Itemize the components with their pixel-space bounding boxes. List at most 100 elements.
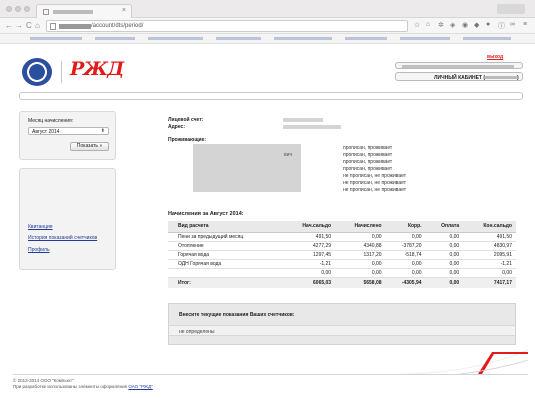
table-cell: 0,00: [335, 268, 386, 278]
extension-icon[interactable]: ∞: [510, 21, 515, 28]
browser-titlebar: ×: [0, 0, 535, 18]
table-cell: 5658,08: [335, 277, 386, 288]
reload-icon[interactable]: C: [26, 21, 32, 30]
extension-icon[interactable]: ◉: [462, 21, 468, 29]
meter-readings-title: Внесите текущие показания Ваших счетчико…: [179, 312, 295, 318]
star-icon[interactable]: ☆: [414, 21, 420, 29]
info-icon[interactable]: ⓘ: [498, 21, 505, 31]
bookmark-item[interactable]: [95, 37, 135, 40]
table-cell: 0,00: [425, 241, 464, 251]
minimize-window-icon[interactable]: [15, 6, 21, 12]
table-row: Горячая вода 1297,45 1317,20 -518,74 0,0…: [168, 250, 516, 260]
total-row: Итог: 6065,03 5658,08 -4305,94 0,00 7417…: [168, 277, 516, 288]
address-label: Адрес:: [168, 124, 185, 130]
close-window-icon[interactable]: [6, 6, 12, 12]
column-header: Корр.: [385, 221, 426, 233]
table-cell: 0,00: [425, 232, 464, 242]
table-cell: -518,74: [385, 250, 426, 260]
chevron-right-icon: »: [99, 143, 103, 149]
month-value: Август 2014: [32, 129, 60, 135]
table-cell: Горячая вода: [168, 250, 283, 260]
url-host: [59, 24, 91, 29]
extension-icon[interactable]: ●: [486, 21, 490, 28]
resident-status: прописан, проживает: [343, 152, 393, 158]
browser-tab[interactable]: ×: [36, 4, 132, 18]
resident-status: не прописан, не проживает: [343, 173, 407, 179]
rzd-logo[interactable]: РЖД: [70, 58, 124, 80]
show-button-label: Показать: [76, 143, 99, 149]
table-cell: -1,21: [282, 259, 336, 269]
account-label: Лицевой счет:: [168, 117, 204, 123]
cabinet-title: ЛИЧНЫЙ КАБИНЕТ (): [434, 75, 519, 81]
column-header: Оплата: [425, 221, 464, 233]
month-select[interactable]: Август 2014 ⬍: [28, 127, 109, 135]
charges-title: Начисления за Август 2014:: [168, 211, 244, 217]
menu-icon[interactable]: ≡: [523, 21, 527, 28]
sidebar-item-profile[interactable]: Профиль: [28, 247, 50, 253]
page-icon: [50, 23, 56, 30]
column-header: Нач.сальдо: [282, 221, 336, 233]
redacted-user: [402, 65, 514, 68]
browser-profile-button[interactable]: [497, 4, 525, 14]
table-cell: 1297,45: [282, 250, 336, 260]
browser-toolbar: ← → C ⌂ /account/dts/period/ ☆ ⌂ ✲ ◈ ◉ ◆…: [0, 18, 535, 34]
extension-icon[interactable]: ◈: [450, 21, 455, 29]
bookmark-item[interactable]: [148, 37, 203, 40]
table-cell: 0,00: [335, 232, 386, 242]
table-cell: 491,50: [282, 232, 336, 242]
redacted-account: [283, 118, 323, 122]
tab-close-icon[interactable]: ×: [122, 7, 126, 14]
extension-icon[interactable]: ◆: [474, 21, 479, 29]
extension-icon[interactable]: ⌂: [426, 21, 430, 28]
page: РЖД выход ЛИЧНЫЙ КАБИНЕТ () Месяц начисл…: [0, 45, 535, 398]
forward-icon[interactable]: →: [15, 21, 23, 30]
tab-title: [53, 10, 93, 14]
bookmark-item[interactable]: [463, 37, 511, 40]
bookmark-item[interactable]: [30, 37, 82, 40]
sidebar-item-receipt[interactable]: Квитанция: [28, 224, 53, 230]
bookmark-item[interactable]: [345, 37, 387, 40]
table-row: ОДН Горячая вода -1,21 0,00 0,00 0,00 -1…: [168, 259, 516, 269]
resident-status: прописан, проживает: [343, 166, 393, 172]
page-icon: [43, 9, 49, 15]
table-cell: 4830,97: [463, 241, 516, 251]
logout-link[interactable]: выход: [487, 54, 503, 60]
zoom-window-icon[interactable]: [24, 6, 30, 12]
resident-status: прописан, проживает: [343, 159, 393, 165]
show-button[interactable]: Показать »: [70, 142, 109, 151]
bookmark-item[interactable]: [400, 37, 450, 40]
rzd-credit-link[interactable]: ОАО "РЖД": [128, 384, 152, 389]
table-cell: 0,00: [385, 232, 426, 242]
meter-readings-panel: Внесите текущие показания Ваших счетчико…: [168, 303, 516, 345]
bookmarks-bar: [0, 34, 535, 44]
table-cell: 0,00: [385, 259, 426, 269]
table-cell: 4340,88: [335, 241, 386, 251]
table-cell: -1,21: [463, 259, 516, 269]
personal-cabinet-box: ЛИЧНЫЙ КАБИНЕТ (): [395, 72, 523, 81]
resident-status: не прописан, не проживает: [343, 187, 407, 193]
footer: © 2013-2014 ООО "Компьют" При разработке…: [13, 378, 153, 390]
table-cell: Итог:: [168, 277, 283, 288]
bookmark-item[interactable]: [216, 37, 261, 40]
table-cell: 6065,03: [282, 277, 336, 288]
resident-status: не прописан, не проживает: [343, 180, 407, 186]
table-cell: 0,00: [425, 250, 464, 260]
gear-icon[interactable]: ✲: [438, 21, 444, 29]
period-panel: Месяц начисления: Август 2014 ⬍ Показать…: [19, 111, 116, 160]
table-cell: Отопление: [168, 241, 283, 251]
bookmark-item[interactable]: [274, 37, 332, 40]
redacted-address: [283, 125, 341, 129]
column-header: Кон.сальдо: [463, 221, 516, 233]
table-row: 0,00 0,00 0,00 0,00 0,00: [168, 268, 516, 278]
table-cell: 0,00: [463, 268, 516, 278]
table-cell: 0,00: [335, 259, 386, 269]
table-cell: 0,00: [282, 268, 336, 278]
back-icon[interactable]: ←: [5, 21, 13, 30]
credit-text: При разработке использованы элементы офо…: [13, 384, 153, 389]
address-bar[interactable]: /account/dts/period/: [46, 20, 408, 32]
table-cell: Пени за предыдущий месяц: [168, 232, 283, 242]
footer-divider: [13, 374, 528, 375]
home-icon[interactable]: ⌂: [35, 21, 40, 30]
meter-readings-value: не определены: [179, 329, 215, 335]
sidebar-item-meter-history[interactable]: История показаний счетчиков: [28, 235, 97, 241]
